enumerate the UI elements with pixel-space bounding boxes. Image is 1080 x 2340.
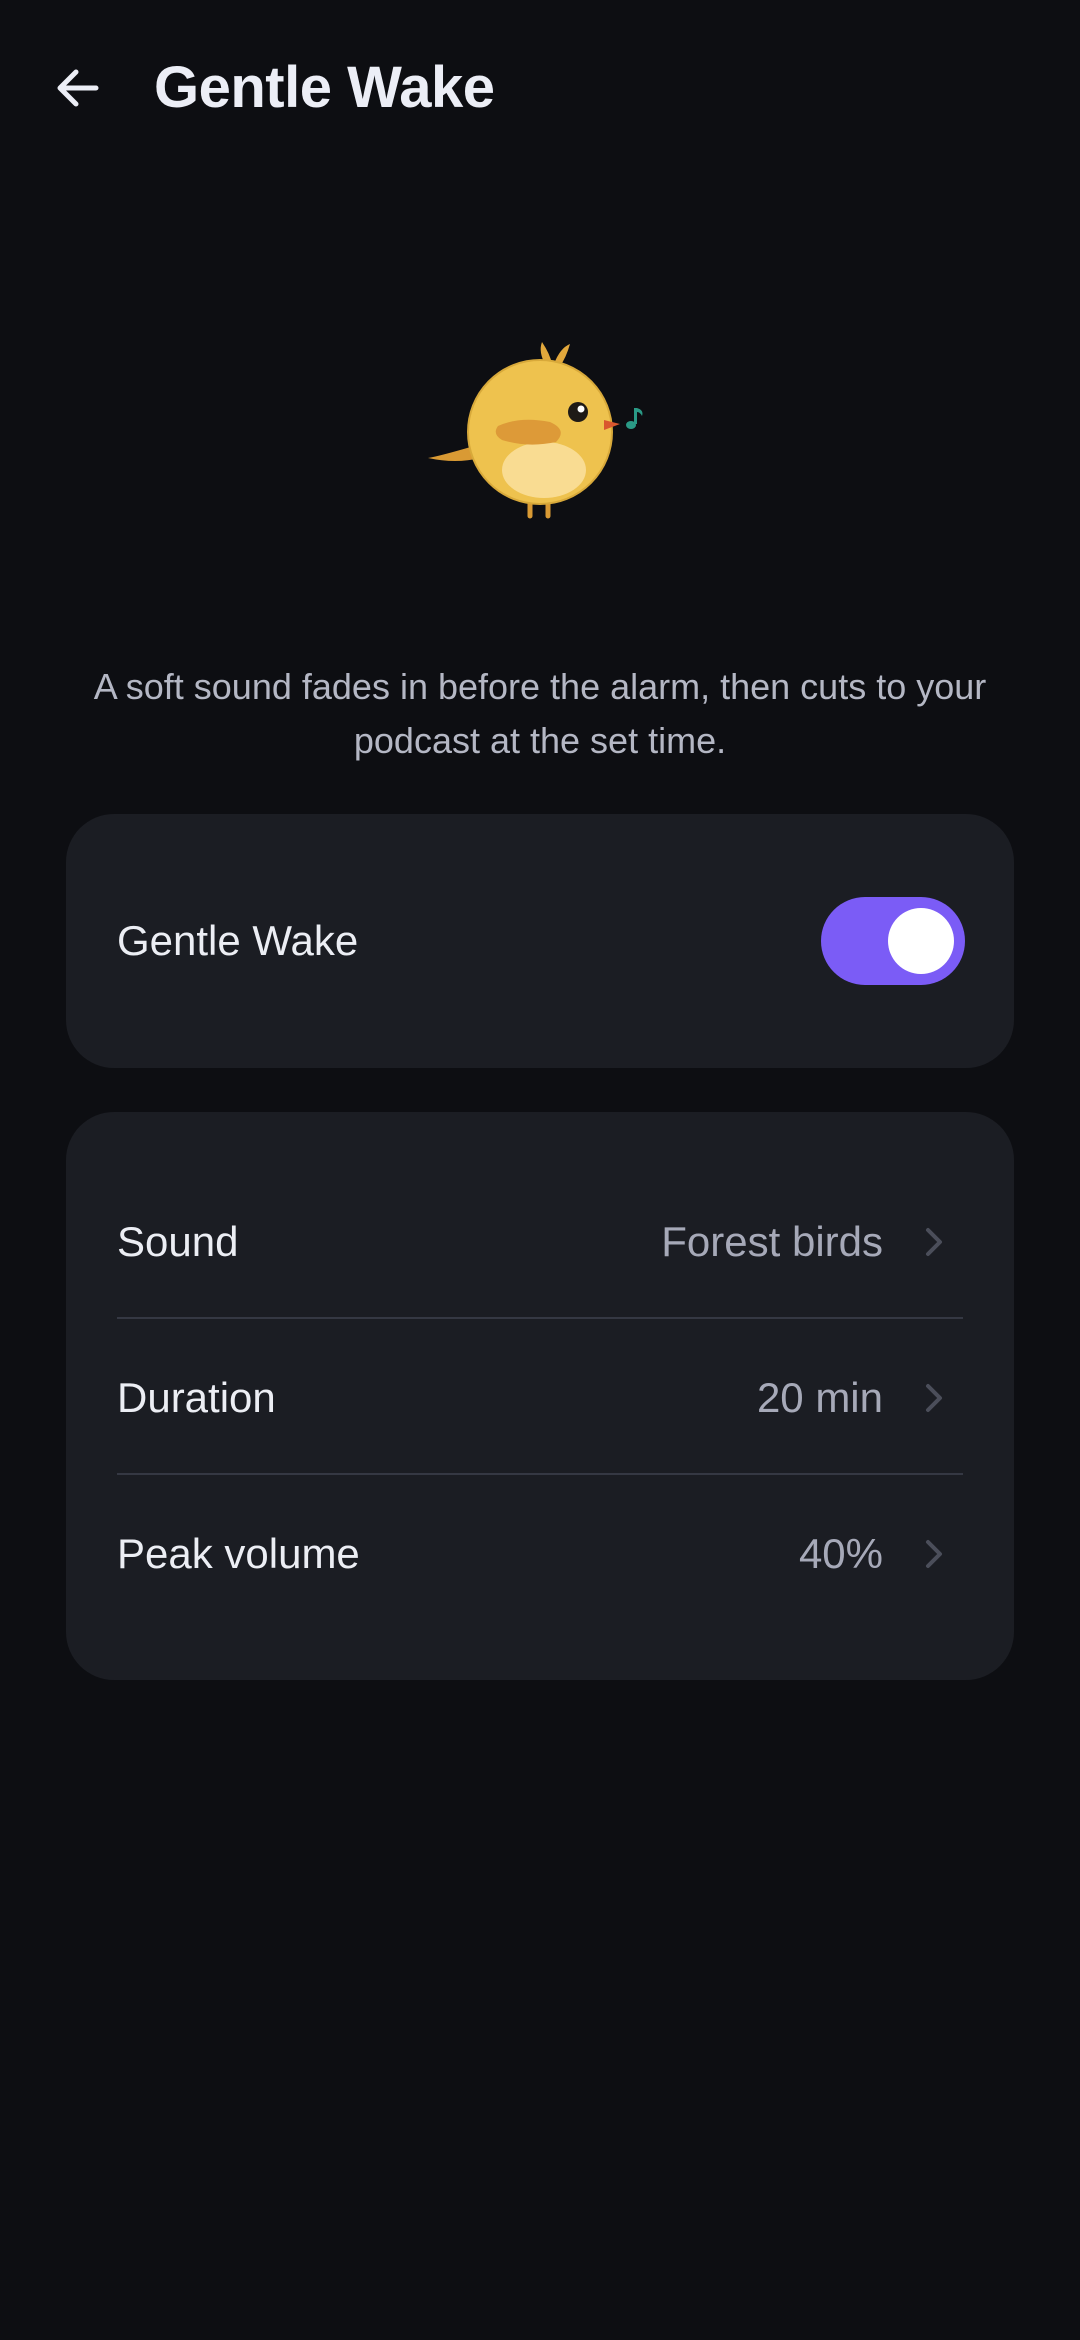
setting-row-sound[interactable]: Sound Forest birds [66,1164,1014,1320]
setting-value-duration: 20 min [756,1374,883,1421]
gentle-wake-toggle-card: Gentle Wake [66,814,1014,1068]
chevron-right-icon [926,1384,942,1412]
setting-label-sound: Sound [117,1218,239,1265]
row-divider [117,1473,963,1475]
chevron-right-icon [926,1228,942,1256]
bird-singing-icon [428,342,643,519]
setting-value-peak-volume: 40% [798,1530,883,1577]
chevron-right-icon [926,1540,942,1568]
setting-label-peak-volume: Peak volume [117,1530,360,1577]
gentle-wake-toggle-row[interactable]: Gentle Wake [66,814,1014,1068]
gentle-wake-settings-card: Sound Forest birds Duration 20 min Peak … [66,1112,1014,1680]
hero-illustration [420,330,660,530]
setting-row-peak-volume[interactable]: Peak volume 40% [66,1476,1014,1632]
back-button[interactable] [42,52,114,124]
setting-row-duration[interactable]: Duration 20 min [66,1320,1014,1476]
row-divider [117,1317,963,1319]
app-bar: Gentle Wake [0,0,1080,176]
switch-thumb [888,908,954,974]
arrow-left-icon [57,69,99,107]
setting-label-duration: Duration [117,1374,276,1421]
gentle-wake-switch[interactable] [821,897,965,985]
setting-value-sound: Forest birds [661,1218,883,1265]
gentle-wake-toggle-label: Gentle Wake [117,917,359,964]
page-title: Gentle Wake [154,55,495,120]
description-text: A soft sound fades in before the alarm, … [93,666,987,761]
